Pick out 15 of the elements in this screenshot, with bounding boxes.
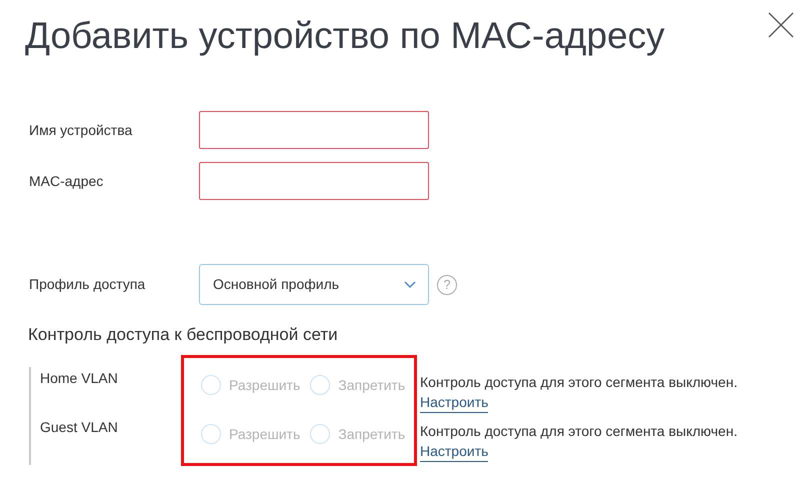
text-field[interactable]: [199, 162, 429, 200]
text-field[interactable]: [199, 111, 429, 149]
field-label: MAC-адрес: [29, 172, 104, 191]
close-icon[interactable]: [768, 12, 794, 38]
chevron-down-icon: [404, 280, 416, 288]
help-icon[interactable]: ?: [437, 274, 457, 294]
segment-label: Guest VLAN: [40, 419, 118, 435]
profile-dropdown[interactable]: Основной профиль: [199, 264, 429, 305]
segment-note: Контроль доступа для этого сегмента выключен.: [420, 373, 738, 392]
field-label: Имя устройства: [29, 120, 134, 140]
section-title: Контроль доступа к беспроводной сети: [28, 324, 338, 346]
segment-label: Home VLAN: [40, 370, 118, 386]
segment-note: Контроль доступа для этого сегмента выключен.: [420, 422, 738, 441]
field-label: Профиль доступа: [29, 275, 146, 294]
dialog-title: Добавить устройство по МАС-адресу: [25, 14, 665, 58]
